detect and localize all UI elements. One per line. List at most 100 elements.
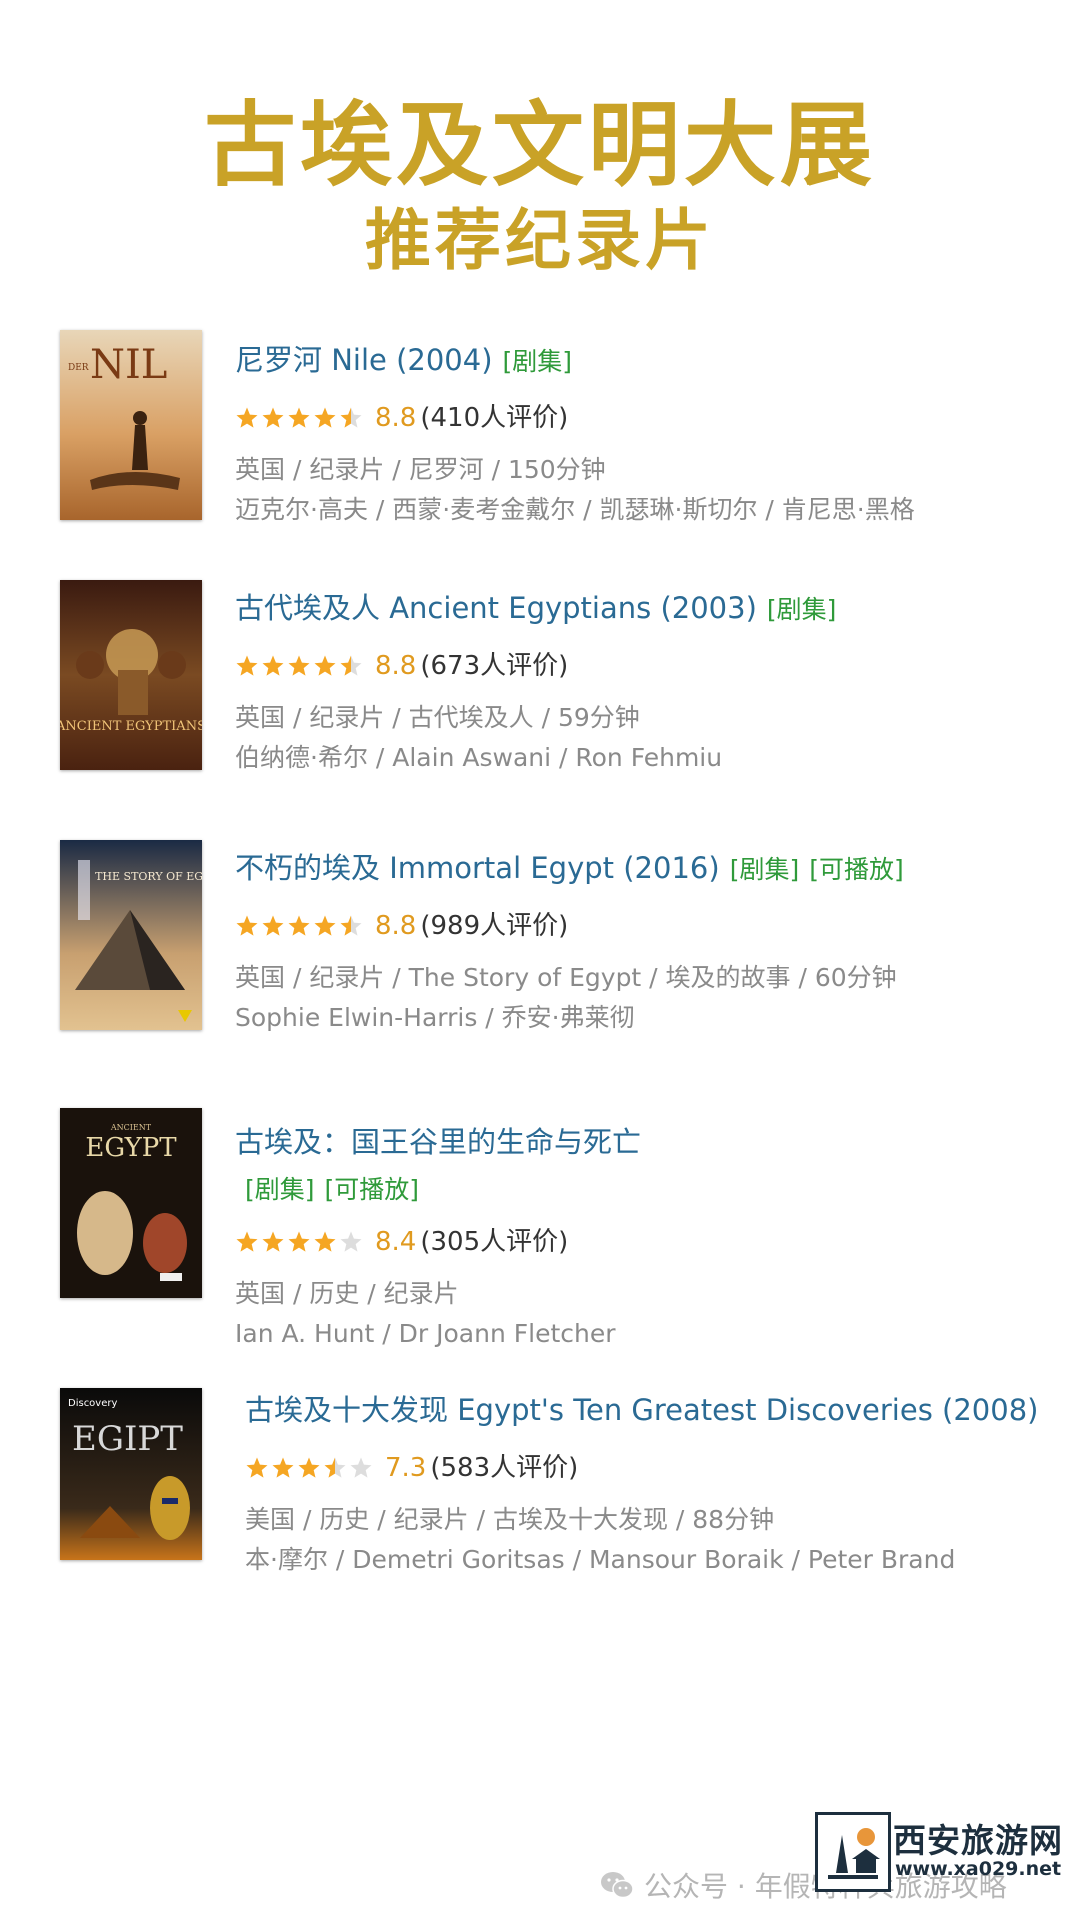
poster-image[interactable]: ANCIENT EGYPTIANS [60,580,202,770]
item-meta-cast: 本·摩尔 / Demetri Goritsas / Mansour Boraik… [245,1545,956,1574]
star-icon [236,407,258,428]
poster-image[interactable]: NIL DER [60,330,202,520]
star-rating [235,406,365,430]
rating-count: (410人评价) [420,403,569,433]
star-icon [340,915,362,936]
poster-image[interactable]: THE STORY OF EGYPT [60,840,202,1030]
poster-small-text: ANCIENT [110,1123,152,1132]
page-title: 古埃及文明大展 [203,91,876,199]
wechat-icon [601,1872,634,1899]
item-meta-info: 美国 / 历史 / 纪录片 / 古埃及十大发现 / 88分钟 [245,1505,775,1534]
item-meta-cast: Sophie Elwin-Harris / 乔安·弗莱彻 [235,1003,635,1032]
tag-badge[interactable]: [剧集] [503,347,573,376]
star-rating [235,1230,365,1254]
poster-image[interactable]: Discovery EGIPT [60,1388,202,1560]
poster-small-text: DER [68,363,89,373]
star-icon [246,1457,268,1478]
rating-score: 8.8 [375,651,417,681]
rating-count: (583人评价) [430,1453,579,1483]
poster-title: EGYPT [85,1133,177,1163]
list-item[interactable]: ANCIENT EGYPT 古埃及：国王谷里的生命与死亡 [剧集] [可播放] 8… [0,1108,1080,1348]
tag-badge[interactable]: [可播放] [325,1175,420,1204]
star-icon [340,407,362,428]
item-meta-info: 英国 / 纪录片 / The Story of Egypt / 埃及的故事 / … [235,963,897,992]
star-icon [236,915,258,936]
header: 古埃及文明大展 推荐纪录片 [0,90,1080,280]
tag-badge[interactable]: [剧集] [767,595,837,624]
item-title-line[interactable]: 古埃及十大发现 Egypt's Ten Greatest Discoveries… [245,1390,1050,1430]
item-title[interactable]: 尼罗河 Nile (2004) [235,343,493,377]
list-item[interactable]: THE STORY OF EGYPT 不朽的埃及 Immortal Egypt … [0,840,1080,1060]
item-tags-line: [剧集] [可播放] [235,1168,1050,1210]
poster-image[interactable]: ANCIENT EGYPT [60,1108,202,1298]
item-info: 尼罗河 Nile (2004) [剧集] 8.8 (410人评价) 英国 / 纪录… [235,340,1050,530]
star-rating [245,1456,375,1480]
star-icon [340,1231,362,1252]
star-icon [314,407,336,428]
rating-line: 8.8 (673人评价) [235,648,1050,684]
poster-title: NIL [90,342,167,388]
list-item[interactable]: ANCIENT EGYPTIANS 古代埃及人 Ancient Egyptian… [0,580,1080,800]
star-icon [288,915,310,936]
item-meta-cast: 迈克尔·高夫 / 西蒙·麦考金戴尔 / 凯瑟琳·斯切尔 / 肯尼思·黑格 [235,495,915,524]
poster-small-text: Discovery [68,1398,117,1409]
rating-count: (305人评价) [420,1227,569,1257]
star-icon [314,1231,336,1252]
rating-line: 8.8 (989人评价) [235,908,1050,944]
tag-badge[interactable]: [剧集] [730,855,800,884]
page-subtitle: 推荐纪录片 [365,201,715,279]
site-logo: 西安旅游网 www.xa029.net [815,1812,1065,1892]
item-info: 古埃及十大发现 Egypt's Ten Greatest Discoveries… [235,1390,1050,1580]
star-icon [314,915,336,936]
item-title-line[interactable]: 尼罗河 Nile (2004) [剧集] [235,340,1050,382]
star-icon [298,1457,320,1478]
rating-count: (673人评价) [420,651,569,681]
item-meta-cast: Ian A. Hunt / Dr Joann Fletcher [235,1319,616,1348]
star-rating [235,914,365,938]
item-meta-info: 英国 / 历史 / 纪录片 [235,1279,459,1308]
poster-title: THE STORY OF EGYPT [95,870,202,883]
star-rating [235,654,365,678]
star-icon [288,1231,310,1252]
star-icon [236,655,258,676]
star-icon [314,655,336,676]
tag-badge[interactable]: [可播放] [809,855,904,884]
rating-score: 8.4 [375,1227,417,1257]
item-title[interactable]: 古埃及十大发现 Egypt's Ten Greatest Discoveries… [245,1393,1038,1427]
rating-count: (989人评价) [420,911,569,941]
tag-badge[interactable]: [剧集] [245,1175,315,1204]
star-icon [262,407,284,428]
star-icon [288,655,310,676]
item-title[interactable]: 古埃及：国王谷里的生命与死亡 [235,1125,641,1159]
star-icon [262,1231,284,1252]
star-icon [236,1231,258,1252]
rating-line: 8.8 (410人评价) [235,400,1050,436]
star-icon [272,1457,294,1478]
rating-line: 8.4 (305人评价) [235,1224,1050,1260]
item-meta-info: 英国 / 纪录片 / 尼罗河 / 150分钟 [235,455,606,484]
poster-title: EGIPT [72,1419,183,1459]
list-item[interactable]: Discovery EGIPT 古埃及十大发现 Egypt's Ten Grea… [0,1388,1080,1608]
star-icon [324,1457,346,1478]
item-info: 不朽的埃及 Immortal Egypt (2016) [剧集] [可播放] 8.8… [235,848,1050,1038]
rating-line: 7.3 (583人评价) [245,1450,1050,1486]
logo-url: www.xa029.net [895,1858,1062,1880]
item-meta-info: 英国 / 纪录片 / 古代埃及人 / 59分钟 [235,703,640,732]
item-title-line[interactable]: 古埃及：国王谷里的生命与死亡 [235,1122,1050,1162]
pagoda-icon [815,1812,891,1892]
poster-title: ANCIENT EGYPTIANS [60,719,202,734]
list-item[interactable]: NIL DER 尼罗河 Nile (2004) [剧集] 8.8 (410人评价)… [0,330,1080,550]
item-title[interactable]: 古代埃及人 Ancient Egyptians (2003) [235,591,757,625]
rating-score: 8.8 [375,403,417,433]
item-meta-cast: 伯纳德·希尔 / Alain Aswani / Ron Fehmiu [235,743,723,772]
star-icon [350,1457,372,1478]
logo-name: 西安旅游网 [893,1821,1063,1860]
star-icon [262,655,284,676]
item-title[interactable]: 不朽的埃及 Immortal Egypt (2016) [235,851,720,885]
star-icon [340,655,362,676]
item-info: 古埃及：国王谷里的生命与死亡 [剧集] [可播放] 8.4 (305人评价) 英国… [235,1122,1050,1354]
item-title-line[interactable]: 古代埃及人 Ancient Egyptians (2003) [剧集] [235,588,1050,630]
item-info: 古代埃及人 Ancient Egyptians (2003) [剧集] 8.8 (… [235,588,1050,778]
rating-score: 7.3 [385,1453,427,1483]
item-title-line[interactable]: 不朽的埃及 Immortal Egypt (2016) [剧集] [可播放] [235,848,1050,890]
